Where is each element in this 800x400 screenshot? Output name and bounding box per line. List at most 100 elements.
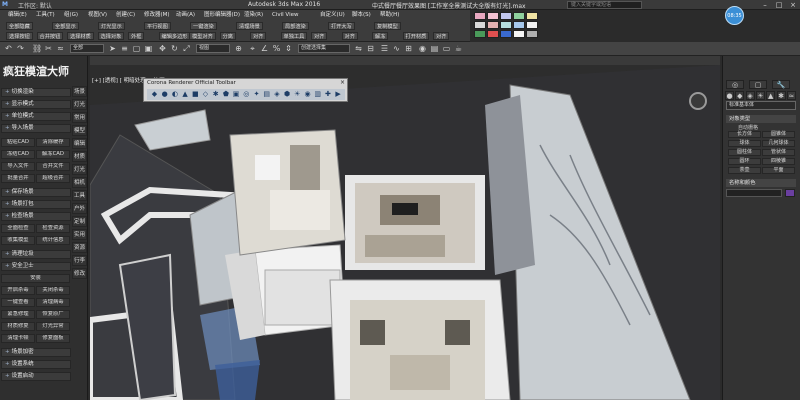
menu-item[interactable]: 渲染(R) [244,11,263,19]
create-category-icon[interactable]: ☀ [755,91,765,100]
plugin-button[interactable]: 选择材质 [67,32,94,40]
expand-icon[interactable]: + [5,189,10,195]
panel-section[interactable]: + 设置启动 [1,372,71,381]
redo-icon[interactable]: ↷ [16,44,25,53]
mirror-icon[interactable]: ⇋ [354,44,363,53]
panel-button[interactable]: 检查资源 [36,224,70,233]
panel-button[interactable]: 收集模型 [1,236,35,245]
panel-section[interactable]: + 安全卫士 [1,262,71,271]
minimize-icon[interactable]: – [758,0,772,10]
side-tab[interactable]: 编辑 [72,138,87,149]
plugin-button[interactable]: 模型对齐 [189,32,216,40]
create-category-icon[interactable]: ◈ [745,91,755,100]
panel-section[interactable]: + 切换渲染 [1,88,71,97]
perspective-viewport[interactable] [90,65,720,400]
material-editor-icon[interactable]: ◉ [418,44,427,53]
panel-button[interactable]: 全面检查 [1,224,35,233]
side-tab[interactable]: 资源 [72,242,87,253]
menu-item[interactable]: 自定义(U) [320,11,345,19]
expand-icon[interactable]: + [5,349,10,355]
command-tab-icon[interactable]: 🔧 [772,80,790,89]
panel-button[interactable]: 紧急修理 [1,310,35,319]
corona-tool-icon[interactable]: ▥ [313,90,322,99]
plugin-button[interactable]: 对齐 [311,32,328,40]
maximize-icon[interactable]: □ [772,0,786,10]
panel-section[interactable]: + 清理垃圾 [1,250,71,259]
primitive-button[interactable]: 平面 [762,167,795,174]
corona-tool-icon[interactable]: ✚ [323,90,332,99]
bind-icon[interactable]: ≈ [56,44,65,53]
create-category-icon[interactable]: ▲ [766,91,776,100]
corona-tool-icon[interactable]: ✱ [211,90,220,99]
corona-tool-icon[interactable]: ▲ [181,90,190,99]
corona-tool-icon[interactable]: ◐ [170,90,179,99]
corona-tool-icon[interactable]: ◇ [201,90,210,99]
plugin-button[interactable]: 单独工具 [280,32,308,40]
panel-button[interactable]: 批量合并 [1,174,35,183]
corona-tool-icon[interactable]: ◆ [150,90,159,99]
unlink-icon[interactable]: ✂ [44,44,53,53]
panel-section[interactable]: + 场景加密 [1,348,71,357]
primitive-button[interactable]: 茶壶 [728,167,761,174]
panel-button[interactable]: 一键查看 [1,298,35,307]
corona-tool-icon[interactable]: ▶ [334,90,343,99]
create-category-icon[interactable]: ◆ [735,91,745,100]
color-swatch[interactable] [526,12,538,20]
object-name-field[interactable] [726,189,782,197]
plugin-button[interactable]: 编辑多边形 [158,32,191,40]
plugin-button[interactable]: 一键渲染 [190,22,217,30]
side-tab[interactable]: 工具 [72,190,87,201]
primitive-button[interactable]: 圆锥体 [762,131,795,138]
side-tab[interactable]: 相机 [72,177,87,188]
select-by-name-icon[interactable]: ≡ [120,44,129,53]
color-swatch[interactable] [500,30,512,38]
color-swatch[interactable] [487,12,499,20]
expand-icon[interactable]: + [5,201,10,207]
create-category-icon[interactable]: ✱ [776,91,786,100]
plugin-button[interactable]: 选择对象 [97,32,125,40]
autogrid-checkbox[interactable]: 自动栅格 [738,124,758,131]
primitive-button[interactable]: 几何球体 [762,140,795,147]
panel-button[interactable]: 灯光异常 [36,322,70,331]
menu-item[interactable]: 动画(A) [176,11,195,19]
expand-icon[interactable]: + [5,251,10,257]
expand-icon[interactable]: + [5,213,10,219]
name-color-header[interactable]: 名称和颜色 [726,179,796,187]
color-swatch[interactable] [487,21,499,29]
side-tab[interactable]: 材质 [72,151,87,162]
panel-button[interactable]: 超级合并 [36,174,70,183]
undo-icon[interactable]: ↶ [4,44,13,53]
snap-icon[interactable]: ⌖ [248,44,257,53]
color-swatch[interactable] [513,21,525,29]
plugin-button[interactable]: 分离 [219,32,236,40]
panel-button[interactable]: 统计信息 [36,236,70,245]
menu-item[interactable]: 修改器(M) [144,11,170,19]
primitive-button[interactable]: 圆柱体 [728,149,761,156]
corona-tool-icon[interactable]: ⬟ [221,90,230,99]
plugin-button[interactable]: 对齐 [341,32,358,40]
corona-tool-icon[interactable]: ▤ [262,90,271,99]
plugin-button[interactable]: 全部隐藏 [6,22,33,30]
region-select-icon[interactable]: ▢ [132,44,141,53]
panel-section[interactable]: + 显示模式 [1,100,71,109]
color-swatch[interactable] [500,12,512,20]
side-tab[interactable]: 定制 [72,216,87,227]
side-tab[interactable]: 实用 [72,229,87,240]
object-type-header[interactable]: 对象类型 [726,115,796,123]
side-tab[interactable]: 场景 [72,86,87,97]
expand-icon[interactable]: + [5,101,10,107]
side-tab[interactable]: 模型 [72,125,87,136]
link-icon[interactable]: ⛓ [32,44,42,53]
plugin-button[interactable]: 复制模型 [374,22,401,30]
color-swatch[interactable] [474,30,486,38]
plugin-button[interactable]: 合并按钮 [36,32,64,40]
primitive-button[interactable]: 四棱锥 [762,158,795,165]
panel-button[interactable]: 材质修复 [1,322,35,331]
panel-button[interactable]: 粘贴CAD [1,138,35,147]
plugin-button[interactable]: 局部渲染 [282,22,309,30]
plugin-button[interactable]: 外框 [128,32,145,40]
panel-section[interactable]: + 导入场景 [1,124,71,133]
search-input[interactable]: 键入关键字或短语 [567,1,642,9]
panel-button[interactable]: 清除缓存 [36,138,70,147]
selection-filter[interactable]: 全部 [70,44,104,53]
